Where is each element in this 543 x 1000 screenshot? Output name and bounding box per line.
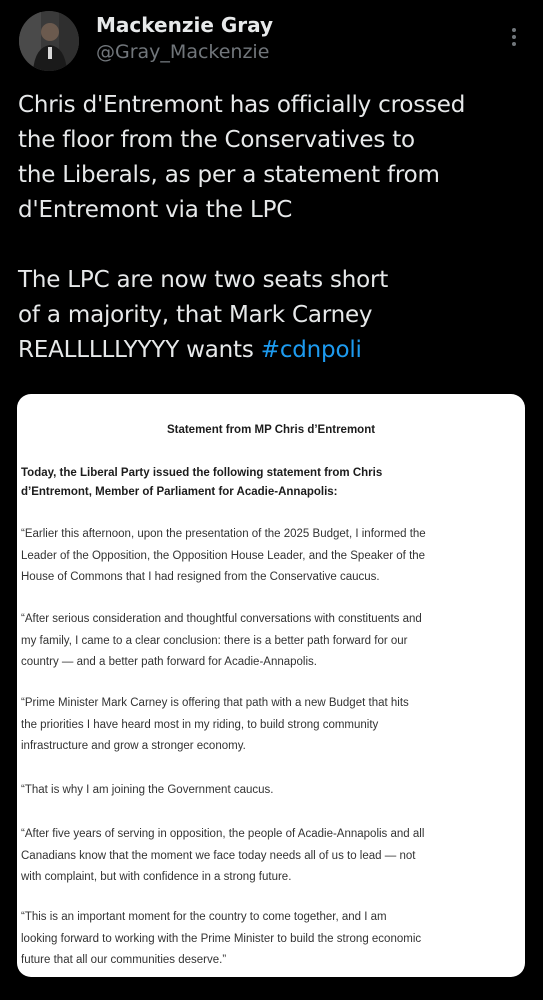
paragraph-line: “After serious consideration and thought… [21, 613, 422, 625]
paragraph-line: with complaint, but with confidence in a… [21, 871, 292, 883]
paragraph-line: “This is an important moment for the cou… [21, 911, 387, 923]
paragraph-line: future that all our communities deserve.… [21, 954, 227, 966]
author-name[interactable]: Mackenzie Gray [96, 13, 273, 37]
tweet-line: of a majority, that Mark Carney [18, 302, 373, 328]
paragraph-line: House of Commons that I had resigned fro… [21, 571, 380, 583]
tweet-header: Mackenzie Gray @Gray_Mackenzie [0, 0, 543, 80]
statement-paragraph: “After five years of serving in oppositi… [21, 824, 521, 889]
tweet-line-text: REALLLLLYYYY wants [18, 337, 261, 363]
paragraph-line: “Earlier this afternoon, upon the presen… [21, 528, 426, 540]
attached-image[interactable]: Statement from MP Chris d’Entremont Toda… [17, 394, 525, 977]
statement-paragraph: “Prime Minister Mark Carney is offering … [21, 693, 521, 758]
tweet-line: the floor from the Conservatives to [18, 127, 415, 153]
statement-intro-line: Today, the Liberal Party issued the foll… [21, 467, 383, 479]
statement-title: Statement from MP Chris d’Entremont [166, 424, 376, 436]
statement-paragraph: “That is why I am joining the Government… [21, 780, 521, 802]
avatar[interactable] [19, 11, 79, 71]
statement-paragraph: “After serious consideration and thought… [21, 609, 521, 674]
paragraph-line: my family, I came to a clear conclusion:… [21, 634, 408, 647]
paragraph-line: country — and a better path forward for … [21, 656, 317, 668]
more-vertical-icon[interactable] [504, 22, 524, 52]
paragraph-line: looking forward to working with the Prim… [21, 932, 422, 945]
paragraph-line: Leader of the Opposition, the Opposition… [21, 549, 426, 562]
profile-photo-icon [19, 11, 79, 71]
paragraph-line: “Prime Minister Mark Carney is offering … [21, 697, 409, 709]
statement-intro: Today, the Liberal Party issued the foll… [21, 464, 521, 502]
author-handle[interactable]: @Gray_Mackenzie [96, 41, 269, 63]
paragraph-line: infrastructure and grow a stronger econo… [21, 740, 246, 752]
paragraph-line: “That is why I am joining the Government… [21, 784, 274, 796]
tweet-line-last: REALLLLLYYYY wants #cdnpoli [18, 333, 528, 368]
tweet-line: d'Entremont via the LPC [18, 197, 293, 223]
statement-paragraph: “Earlier this afternoon, upon the presen… [21, 524, 521, 589]
tweet-text: Chris d'Entremont has officially crossed… [18, 88, 528, 368]
paragraph-line: Canadians know that the moment we face t… [21, 849, 416, 862]
hashtag-link[interactable]: #cdnpoli [261, 337, 362, 363]
statement-intro-line: d’Entremont, Member of Parliament for Ac… [21, 486, 338, 498]
statement-paragraph: “This is an important moment for the cou… [21, 907, 521, 972]
statement-document: Statement from MP Chris d’Entremont Toda… [17, 394, 525, 977]
paragraph-line: the priorities I have heard most in my r… [21, 718, 379, 731]
paragraph-line: “After five years of serving in oppositi… [21, 828, 425, 840]
tweet-line: Chris d'Entremont has officially crossed [18, 92, 466, 118]
tweet-line: The LPC are now two seats short [18, 267, 389, 293]
tweet-line: the Liberals, as per a statement from [18, 162, 440, 188]
